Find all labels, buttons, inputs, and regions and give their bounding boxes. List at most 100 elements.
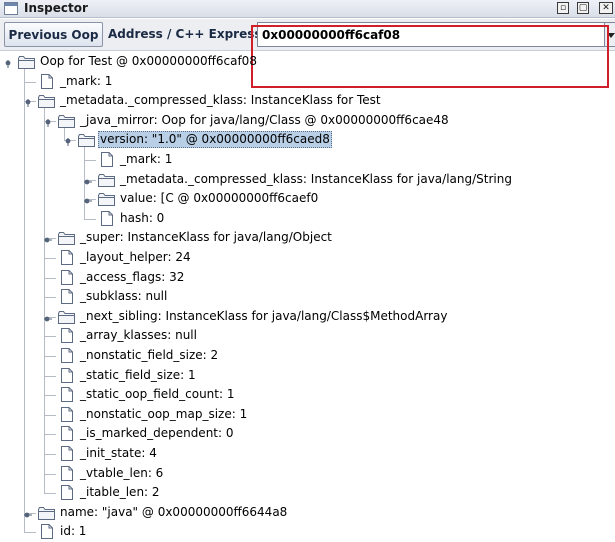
tree-connector-line — [44, 434, 56, 435]
tree-node-label: _java_mirror: Oop for java/lang/Class @ … — [80, 113, 449, 127]
tree-node-label: name: "java" @ 0x00000000ff6644a8 — [60, 505, 288, 519]
tree-node-label: _mark: 1 — [120, 152, 173, 166]
tree-node[interactable]: _init_state: 4 — [58, 444, 615, 463]
tree-node-label: hash: 0 — [120, 211, 165, 225]
tree-node[interactable]: _nonstatic_field_size: 2 — [58, 346, 615, 365]
tree-node[interactable]: version: "1.0" @ 0x00000000ff6caed8 — [65, 130, 615, 149]
tree-connector-line — [84, 219, 96, 220]
tree-node[interactable]: id: 1 — [38, 522, 615, 541]
tree-collapsed-toggle-icon[interactable] — [43, 234, 53, 244]
tree-collapsed-toggle-icon[interactable] — [83, 176, 93, 186]
tree-connector-line — [44, 415, 56, 416]
file-icon — [61, 250, 73, 265]
file-icon — [101, 152, 113, 167]
tree-node-label: _static_field_size: 1 — [80, 368, 196, 382]
folder-icon — [18, 56, 35, 69]
tree-connector-line — [24, 69, 25, 532]
file-icon — [61, 466, 73, 481]
tree-node-label: _init_state: 4 — [80, 446, 157, 460]
file-icon — [101, 211, 113, 226]
tree-node[interactable]: _vtable_len: 6 — [58, 464, 615, 483]
tree-node-label: _array_klasses: null — [80, 328, 197, 342]
address-dropdown-icon[interactable] — [605, 22, 615, 47]
file-icon — [61, 368, 73, 383]
file-icon — [61, 289, 73, 304]
title-bar: Inspector ▫ ▢ ✕ — [0, 0, 615, 18]
tree-expanded-toggle-icon[interactable] — [43, 117, 53, 127]
tree-node[interactable]: _is_marked_dependent: 0 — [58, 424, 615, 443]
tree-connector-line — [44, 454, 56, 455]
tree-node[interactable]: _access_flags: 32 — [58, 268, 615, 287]
file-icon — [41, 74, 53, 89]
tree-node[interactable]: hash: 0 — [98, 209, 615, 228]
tree-node[interactable]: _super: InstanceKlass for java/lang/Obje… — [44, 228, 615, 247]
tree-connector-line — [44, 493, 56, 494]
address-input[interactable] — [257, 22, 605, 47]
tree-node-label: _access_flags: 32 — [80, 270, 185, 284]
tree-node[interactable]: _next_sibling: InstanceKlass for java/la… — [44, 307, 615, 326]
tree-connector-line — [44, 278, 56, 279]
folder-icon — [38, 507, 55, 520]
minimize-icon[interactable]: ▫ — [557, 2, 569, 14]
tree-connector-line — [24, 82, 36, 83]
tree-node[interactable]: _array_klasses: null — [58, 326, 615, 345]
tree-node[interactable]: value: [C @ 0x00000000ff6caef0 — [84, 189, 615, 208]
folder-icon — [98, 193, 115, 206]
tree-collapsed-toggle-icon[interactable] — [43, 313, 53, 323]
tree-node-label: _itable_len: 2 — [80, 485, 160, 499]
close-icon[interactable]: ✕ — [599, 2, 613, 14]
tree-expanded-toggle-icon[interactable] — [23, 97, 33, 107]
tree-node[interactable]: _itable_len: 2 — [58, 483, 615, 502]
tree-node[interactable]: _java_mirror: Oop for java/lang/Class @ … — [45, 111, 615, 130]
tree-expanded-toggle-icon[interactable] — [63, 136, 73, 146]
folder-icon — [58, 115, 75, 128]
tree-node-label: _super: InstanceKlass for java/lang/Obje… — [80, 230, 332, 244]
file-icon — [61, 387, 73, 402]
tree-node[interactable]: _layout_helper: 24 — [58, 248, 615, 267]
tree-node-label: _nonstatic_field_size: 2 — [80, 348, 219, 362]
inspector-tree[interactable]: Oop for Test @ 0x00000000ff6caf08 _mark: … — [0, 52, 615, 539]
maximize-icon[interactable]: ▢ — [577, 2, 589, 14]
tree-node-label: id: 1 — [60, 524, 87, 538]
tree-connector-line — [44, 336, 56, 337]
file-icon — [61, 446, 73, 461]
tree-node[interactable]: Oop for Test @ 0x00000000ff6caf08 — [5, 52, 615, 71]
folder-icon — [38, 95, 55, 108]
file-icon — [41, 524, 53, 539]
tree-node-label: value: [C @ 0x00000000ff6caef0 — [120, 191, 319, 205]
file-icon — [61, 328, 73, 343]
tree-node[interactable]: _static_oop_field_count: 1 — [58, 385, 615, 404]
tree-expanded-toggle-icon[interactable] — [3, 58, 13, 68]
tree-node-label: _is_marked_dependent: 0 — [80, 426, 234, 440]
tree-node[interactable]: _mark: 1 — [98, 150, 615, 169]
tree-node[interactable]: name: "java" @ 0x00000000ff6644a8 — [24, 503, 615, 522]
window-icon — [4, 2, 18, 15]
tree-node-label: _metadata._compressed_klass: InstanceKla… — [60, 93, 381, 107]
tree-collapsed-toggle-icon[interactable] — [83, 195, 93, 205]
previous-oop-button[interactable]: Previous Oop — [4, 22, 103, 47]
window-title: Inspector — [24, 1, 88, 15]
folder-icon — [58, 232, 75, 245]
tree-node[interactable]: _mark: 1 — [38, 72, 615, 91]
tree-node[interactable]: _nonstatic_oop_map_size: 1 — [58, 405, 615, 424]
tree-collapsed-toggle-icon[interactable] — [23, 509, 33, 519]
tree-node-label: version: "1.0" @ 0x00000000ff6caed8 — [98, 131, 332, 148]
tree-connector-line — [44, 258, 56, 259]
tree-node[interactable]: _metadata._compressed_klass: InstanceKla… — [25, 91, 615, 110]
tree-connector-line — [44, 474, 56, 475]
tree-connector-line — [24, 532, 36, 533]
file-icon — [61, 485, 73, 500]
tree-node[interactable]: _metadata._compressed_klass: InstanceKla… — [84, 170, 615, 189]
tree-connector-line — [84, 160, 96, 161]
tree-node-label: _vtable_len: 6 — [80, 466, 164, 480]
tree-node[interactable]: _subklass: null — [58, 287, 615, 306]
tree-connector-line — [44, 395, 56, 396]
folder-icon — [98, 174, 115, 187]
tree-node-label: _layout_helper: 24 — [80, 250, 191, 264]
tree-connector-line — [44, 108, 45, 493]
tree-node-label: _static_oop_field_count: 1 — [80, 387, 235, 401]
tree-connector-line — [44, 376, 56, 377]
folder-icon — [58, 311, 75, 324]
tree-node[interactable]: _static_field_size: 1 — [58, 366, 615, 385]
tree-connector-line — [44, 356, 56, 357]
